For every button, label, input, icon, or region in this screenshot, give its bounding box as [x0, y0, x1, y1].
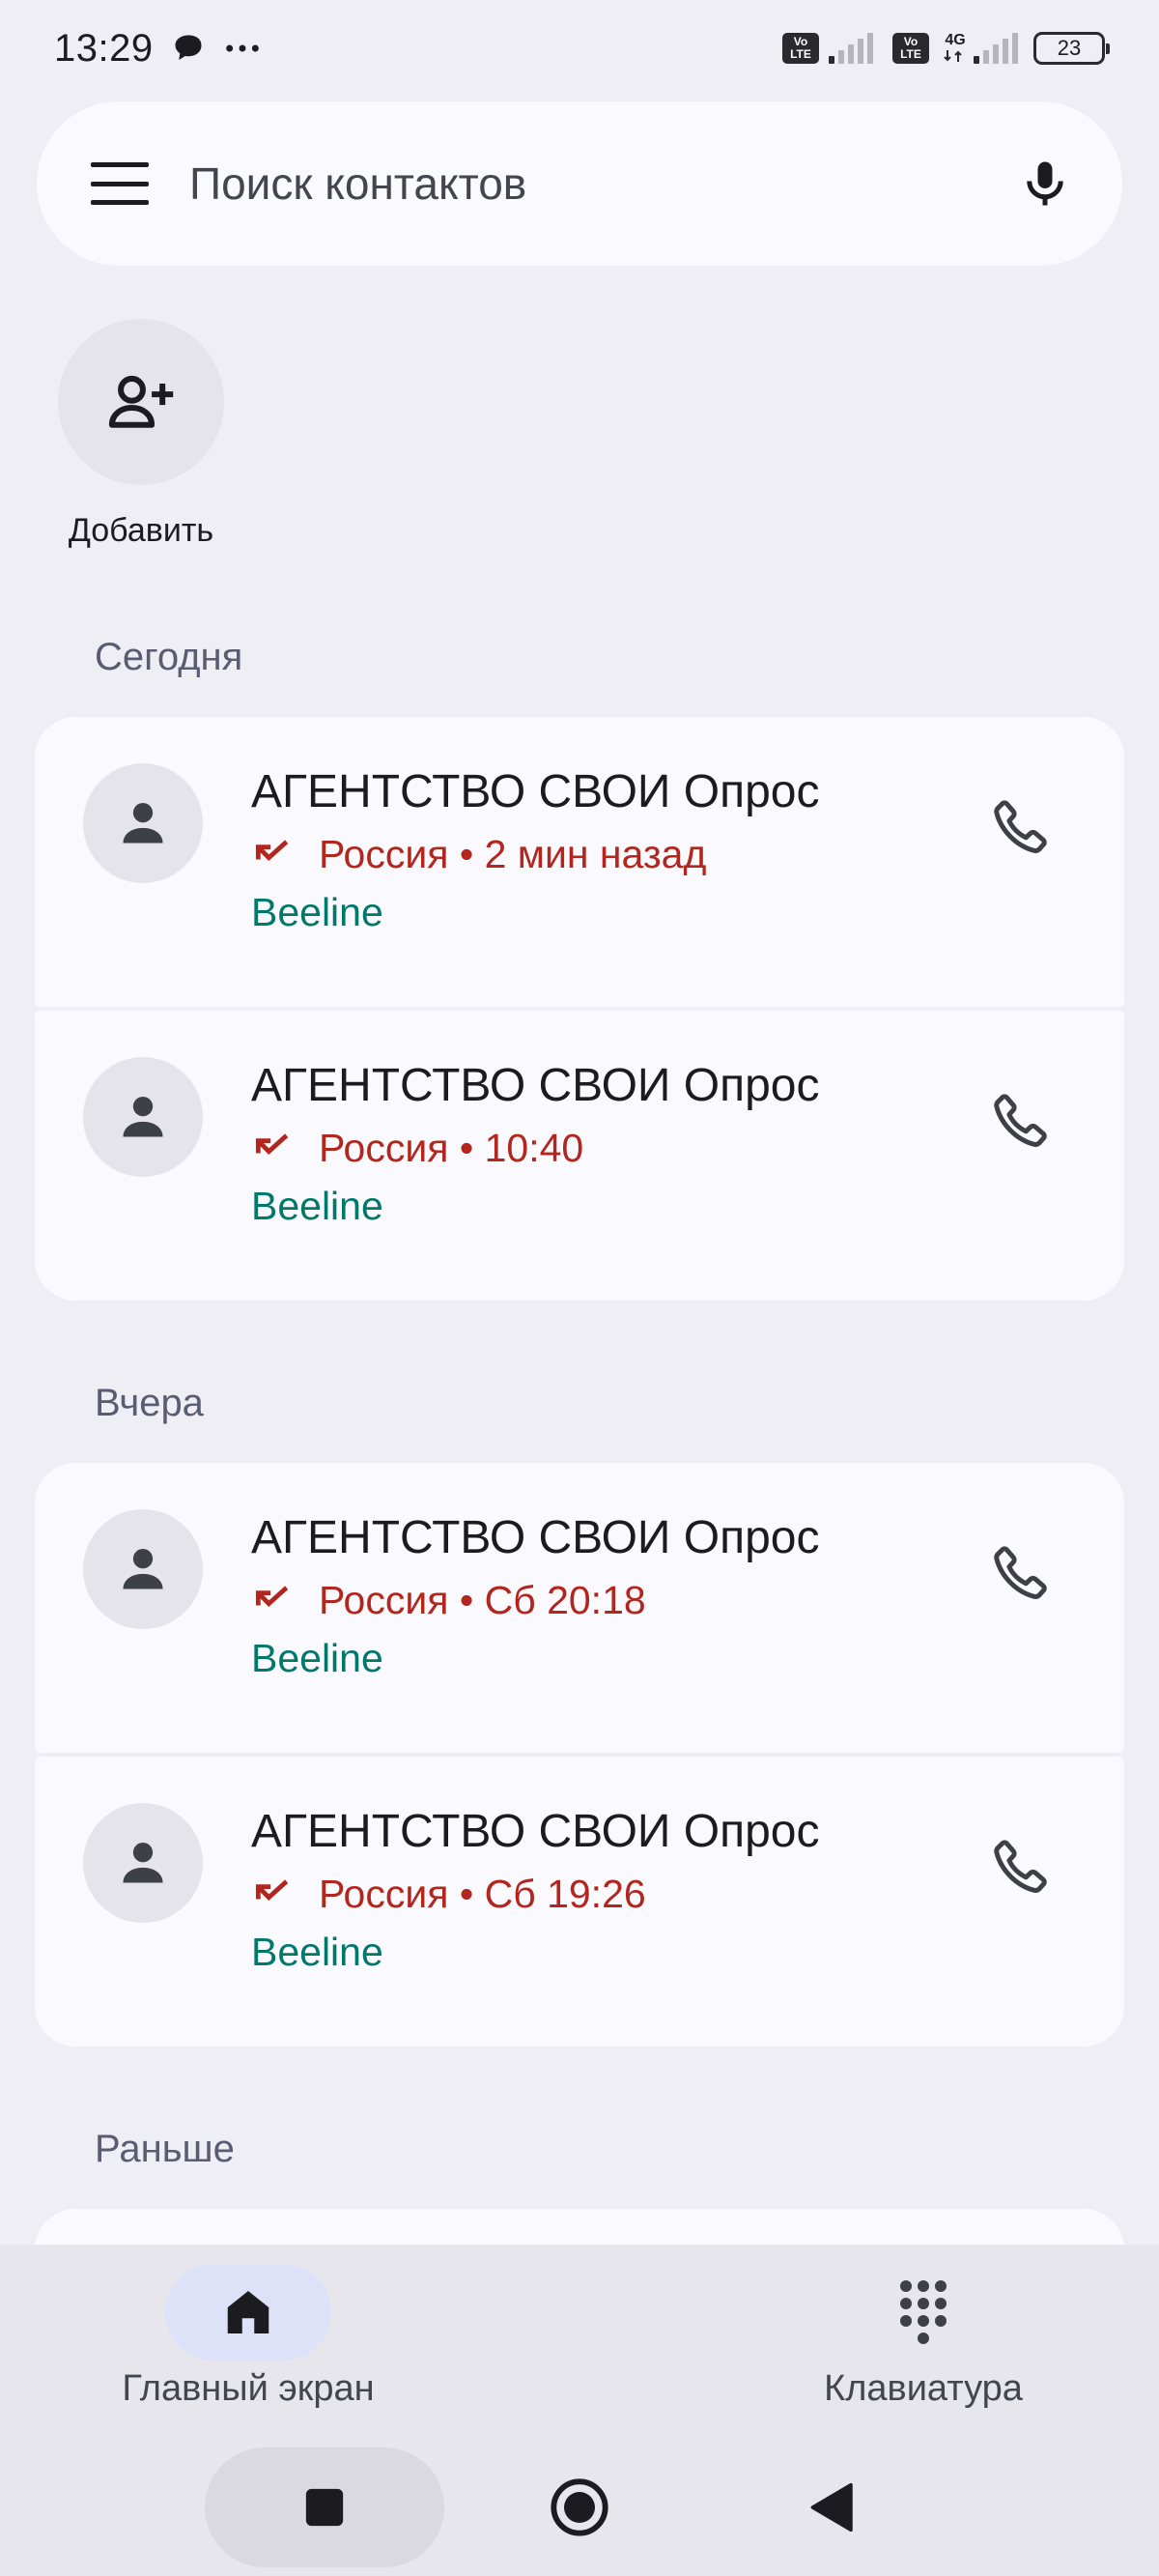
system-navigation-bar — [0, 2447, 1159, 2576]
status-left: 13:29 — [54, 27, 262, 71]
call-meta: Россия • 2 мин назад — [251, 829, 968, 879]
home-icon — [227, 2291, 269, 2333]
person-add-icon — [108, 375, 174, 428]
call-button[interactable] — [968, 1813, 1074, 1919]
avatar — [83, 763, 203, 883]
call-location-time: Россия • Сб 20:18 — [319, 1578, 646, 1622]
phone-icon — [994, 800, 1047, 853]
carrier-label: Beeline — [251, 1636, 383, 1680]
nav-label-dialpad: Клавиатура — [824, 2368, 1023, 2409]
volte-badge-sim1: Vo LTE — [782, 33, 819, 64]
section-header-today: Сегодня — [95, 636, 243, 678]
person-icon — [123, 1842, 163, 1883]
search-input[interactable] — [189, 157, 1016, 210]
nav-pill — [840, 2264, 1006, 2361]
call-button[interactable] — [968, 1519, 1074, 1625]
call-location-time: Россия • 2 мин назад — [319, 832, 707, 876]
avatar — [83, 1509, 203, 1629]
call-log-item[interactable]: АГЕНТСТВО СВОИ Опрос Россия • Сб 20:18 B… — [35, 1463, 1124, 1753]
avatar — [83, 1057, 203, 1177]
nav-item-dialpad[interactable]: Клавиатура — [580, 2245, 1159, 2447]
contact-name: АГЕНТСТВО СВОИ Опрос — [251, 766, 820, 817]
call-location-time: Россия • Сб 19:26 — [319, 1872, 646, 1916]
home-system-button[interactable] — [522, 2447, 637, 2567]
status-bar: 13:29 Vo LTE Vo LTE 4G 23 — [0, 0, 1159, 97]
contact-name: АГЕНТСТВО СВОИ Опрос — [251, 1060, 820, 1111]
status-time: 13:29 — [54, 26, 154, 70]
phone-icon — [994, 1546, 1047, 1599]
call-button[interactable] — [968, 773, 1074, 879]
nav-pill-active — [165, 2264, 331, 2361]
add-contact-label: Добавить — [68, 512, 214, 549]
search-bar[interactable] — [37, 101, 1122, 266]
missed-call-icon — [255, 840, 289, 861]
signal-icon-sim2 — [974, 33, 1018, 64]
data-arrows-icon — [944, 50, 962, 62]
chat-bubble-icon — [175, 35, 202, 60]
battery-level: 23 — [1057, 36, 1082, 60]
section-header-yesterday: Вчера — [95, 1382, 204, 1424]
section-header-earlier: Раньше — [95, 2128, 235, 2170]
square-icon — [305, 2488, 344, 2527]
person-icon — [123, 1548, 163, 1589]
volte-badge-sim2: Vo LTE — [892, 33, 929, 64]
back-triangle-icon — [810, 2482, 853, 2533]
add-contact-button[interactable] — [58, 319, 224, 485]
signal-icon-sim1 — [829, 33, 873, 64]
person-icon — [123, 802, 163, 844]
call-details: АГЕНТСТВО СВОИ Опрос Россия • Сб 19:26 B… — [251, 1803, 968, 1979]
dialpad-icon — [900, 2280, 947, 2344]
missed-call-icon — [255, 1586, 289, 1607]
avatar — [83, 1803, 203, 1923]
battery-icon: 23 — [1033, 32, 1110, 65]
missed-call-icon — [255, 1133, 289, 1155]
call-log-item[interactable]: АГЕНТСТВО СВОИ Опрос Россия • Сб 19:26 B… — [35, 1757, 1124, 2046]
call-meta: Россия • Сб 19:26 — [251, 1869, 968, 1919]
phone-icon — [994, 1840, 1047, 1893]
network-type-indicator: 4G — [943, 32, 966, 64]
call-details: АГЕНТСТВО СВОИ Опрос Россия • 2 мин наза… — [251, 763, 968, 939]
call-meta: Россия • Сб 20:18 — [251, 1575, 968, 1625]
circle-home-icon — [551, 2478, 608, 2536]
missed-call-icon — [255, 1879, 289, 1901]
status-right: Vo LTE Vo LTE 4G 23 — [782, 32, 1110, 65]
carrier-label: Beeline — [251, 890, 383, 934]
microphone-icon[interactable] — [1016, 155, 1074, 213]
nav-label-home: Главный экран — [122, 2368, 375, 2409]
call-details: АГЕНТСТВО СВОИ Опрос Россия • 10:40 Beel… — [251, 1057, 968, 1233]
call-log-item[interactable]: АГЕНТСТВО СВОИ Опрос Россия • 10:40 Beel… — [35, 1011, 1124, 1301]
bottom-navigation: Главный экран Клавиатура — [0, 2245, 1159, 2447]
phone-icon — [994, 1094, 1047, 1147]
carrier-label: Beeline — [251, 1930, 383, 1974]
call-location-time: Россия • 10:40 — [319, 1126, 584, 1170]
person-icon — [123, 1096, 163, 1137]
call-button[interactable] — [968, 1067, 1074, 1173]
contact-name: АГЕНТСТВО СВОИ Опрос — [251, 1806, 820, 1857]
call-details: АГЕНТСТВО СВОИ Опрос Россия • Сб 20:18 B… — [251, 1509, 968, 1685]
recents-button[interactable] — [205, 2447, 444, 2567]
add-contact: Добавить — [58, 319, 224, 550]
more-dots-icon — [225, 44, 259, 52]
phone-screen: 13:29 Vo LTE Vo LTE 4G 23 Поиск контакто… — [0, 0, 1159, 2576]
contact-name: АГЕНТСТВО СВОИ Опрос — [251, 1512, 820, 1563]
nav-item-home[interactable]: Главный экран — [0, 2245, 580, 2447]
menu-icon[interactable] — [91, 162, 149, 205]
network-type: 4G — [945, 32, 966, 48]
carrier-label: Beeline — [251, 1184, 383, 1228]
call-log-item[interactable]: АГЕНТСТВО СВОИ Опрос Россия • 2 мин наза… — [35, 717, 1124, 1007]
call-meta: Россия • 10:40 — [251, 1123, 968, 1173]
back-button[interactable] — [773, 2447, 889, 2567]
